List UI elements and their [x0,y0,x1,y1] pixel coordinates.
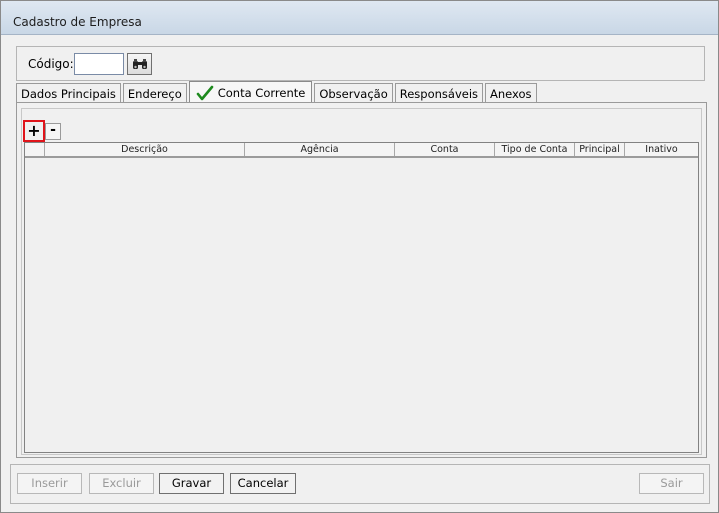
tab-responsaveis[interactable]: Responsáveis [394,83,484,103]
column-header-inativo[interactable]: Inativo [625,143,698,156]
binoculars-icon [132,58,147,69]
tab-label: Dados Principais [21,86,116,101]
column-header-descricao[interactable]: Descrição [45,143,245,156]
title-bar: Cadastro de Empresa [1,1,718,35]
action-bar: Inserir Excluir Gravar Cancelar Sair [10,464,710,504]
tab-label: Responsáveis [399,86,479,101]
save-button[interactable]: Gravar [159,473,224,494]
code-label: Código: [28,57,74,71]
grid-header: Descrição Agência Conta Tipo de Conta Pr… [25,143,698,158]
tab-label: Anexos [490,86,532,101]
column-header-principal[interactable]: Principal [575,143,625,156]
accounts-grid[interactable]: Descrição Agência Conta Tipo de Conta Pr… [24,142,699,453]
column-header-tipo-de-conta[interactable]: Tipo de Conta [495,143,575,156]
delete-button[interactable]: Excluir [89,473,154,494]
check-icon [196,85,214,100]
code-panel: Código: [16,46,705,81]
cancel-button[interactable]: Cancelar [230,473,296,494]
tab-anexos[interactable]: Anexos [485,83,537,103]
tab-label: Endereço [127,86,182,101]
remove-row-button[interactable]: - [45,123,61,140]
column-header-agencia[interactable]: Agência [245,143,395,156]
add-row-button[interactable]: + [23,120,45,142]
company-registration-window: Cadastro de Empresa Código: Dados Princi… [0,0,719,513]
conta-corrente-panel: + - Descrição Agência Conta Tipo de Cont… [16,102,707,458]
search-button[interactable] [127,53,152,75]
tab-observacao[interactable]: Observação [314,83,393,103]
tab-strip: Dados Principais Endereço Conta Corrente… [16,81,539,103]
code-input[interactable] [74,53,124,75]
window-title: Cadastro de Empresa [13,15,142,29]
insert-button[interactable]: Inserir [17,473,82,494]
tab-dados-principais[interactable]: Dados Principais [16,83,121,103]
column-header-conta[interactable]: Conta [395,143,495,156]
exit-button[interactable]: Sair [639,473,704,494]
tab-label: Observação [319,86,388,101]
tab-label: Conta Corrente [217,85,306,100]
tab-conta-corrente[interactable]: Conta Corrente [188,81,313,103]
tab-endereco[interactable]: Endereço [122,83,187,103]
grid-indicator-column [25,143,45,156]
